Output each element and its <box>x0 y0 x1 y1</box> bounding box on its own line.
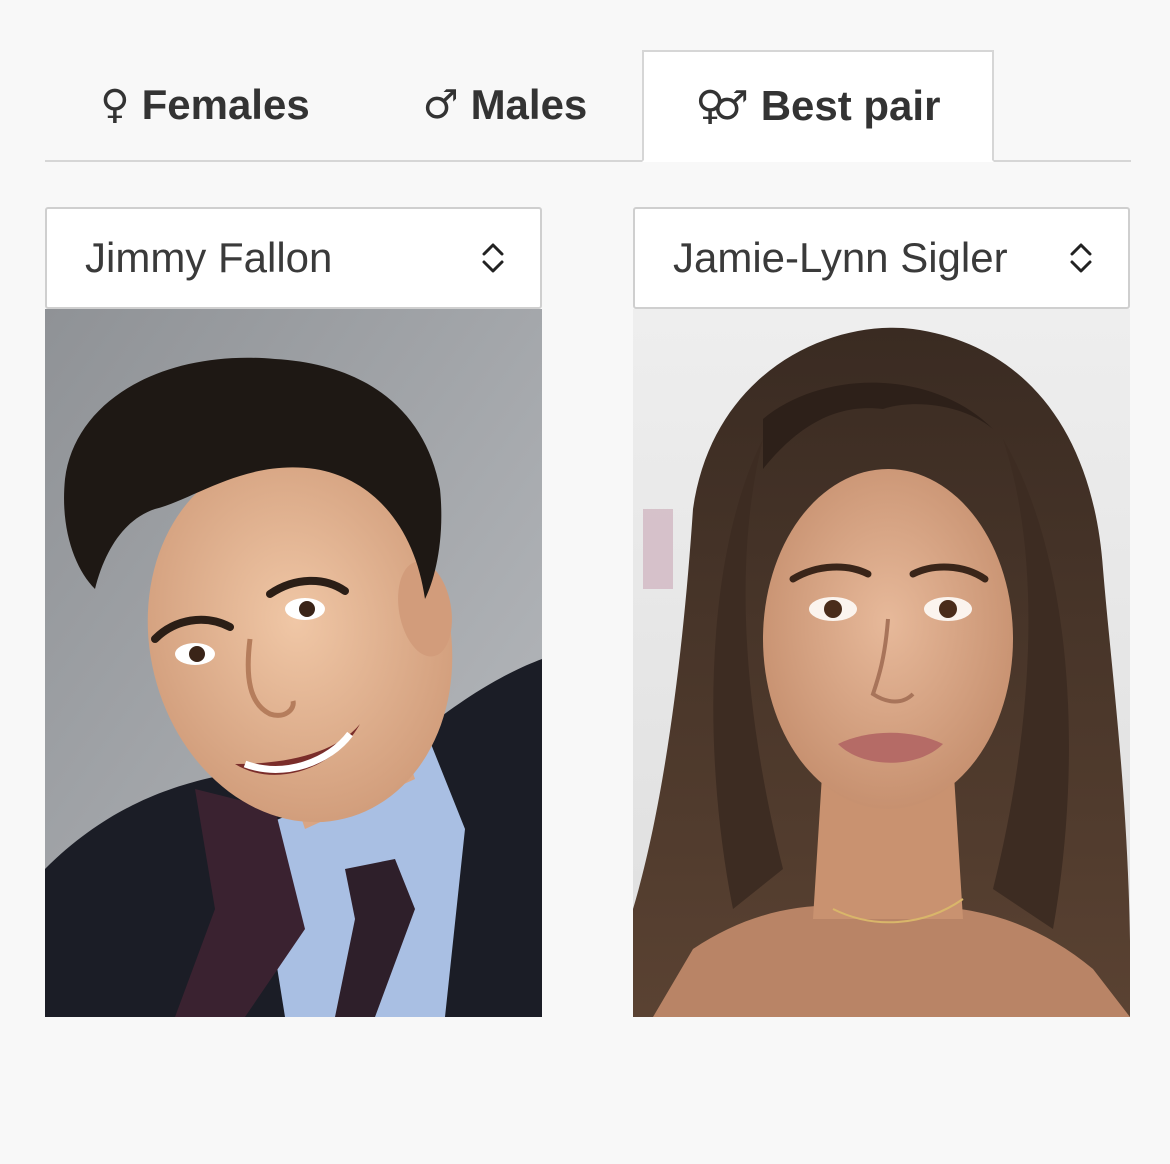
tab-bar: ♀ Females ♂ Males ♀♂ Best pair <box>45 50 1131 162</box>
right-person-select-value: Jamie-Lynn Sigler <box>673 234 1008 281</box>
right-person-panel: Jamie-Lynn Sigler <box>633 207 1130 1017</box>
pair-symbol-icon: ♀♂ <box>695 83 749 129</box>
tab-males-label: Males <box>470 81 588 128</box>
tab-males[interactable]: ♂ Males <box>405 50 605 160</box>
select-up-down-icon <box>482 243 504 273</box>
tab-females-label: Females <box>141 81 310 128</box>
select-up-down-icon <box>1070 243 1092 273</box>
left-person-panel: Jimmy Fallon <box>45 207 542 1017</box>
app: ♀ Females ♂ Males ♀♂ Best pair Jimmy Fal… <box>0 0 1170 1164</box>
female-symbol-icon: ♀ <box>100 82 130 128</box>
female-portrait-photo <box>633 309 1130 1017</box>
male-portrait-photo <box>45 309 542 1017</box>
left-person-select[interactable]: Jimmy Fallon <box>45 207 542 309</box>
left-person-select-value: Jimmy Fallon <box>85 234 333 281</box>
tab-best-pair[interactable]: ♀♂ Best pair <box>642 50 994 162</box>
tab-females[interactable]: ♀ Females <box>85 50 325 160</box>
right-person-select[interactable]: Jamie-Lynn Sigler <box>633 207 1130 309</box>
male-symbol-icon: ♂ <box>422 82 459 128</box>
tab-best-pair-label: Best pair <box>760 82 941 129</box>
